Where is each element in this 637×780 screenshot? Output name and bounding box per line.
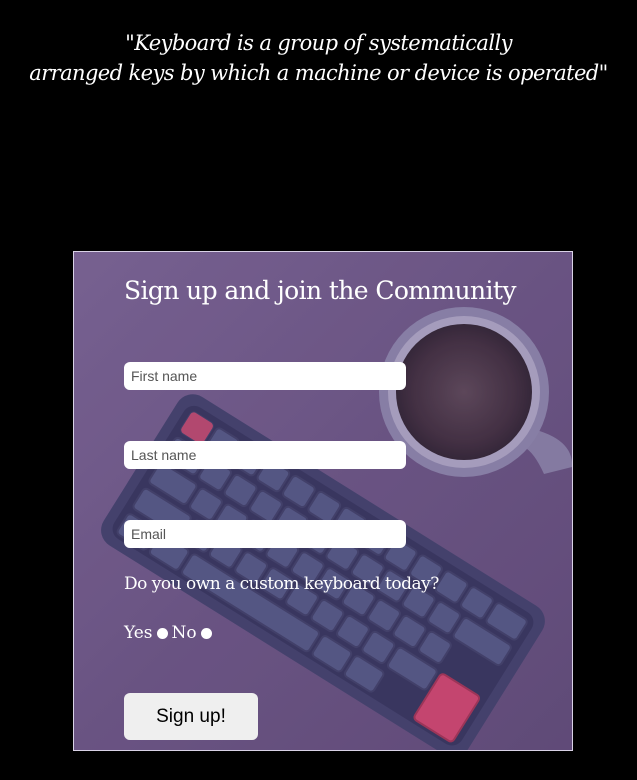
email-input[interactable]	[124, 520, 406, 548]
keyboard-ownership-radio-group: Yes No	[124, 623, 216, 643]
last-name-input[interactable]	[124, 441, 406, 469]
quote-line-1: "Keyboard is a group of systematically	[125, 31, 512, 55]
yes-radio[interactable]	[156, 627, 168, 639]
quote-line-2: arranged keys by which a machine or devi…	[29, 61, 608, 85]
form-heading: Sign up and join the Community	[124, 276, 516, 305]
yes-label: Yes	[124, 623, 153, 643]
sign-up-button[interactable]: Sign up!	[124, 693, 258, 740]
no-label: No	[171, 623, 197, 643]
signup-card: Sign up and join the Community Do you ow…	[73, 251, 573, 751]
keyboard-coffee-background-image	[74, 252, 572, 750]
hero-quote: "Keyboard is a group of systematically a…	[0, 28, 637, 88]
custom-keyboard-question: Do you own a custom keyboard today?	[124, 574, 439, 594]
first-name-input[interactable]	[124, 362, 406, 390]
no-radio[interactable]	[200, 627, 212, 639]
